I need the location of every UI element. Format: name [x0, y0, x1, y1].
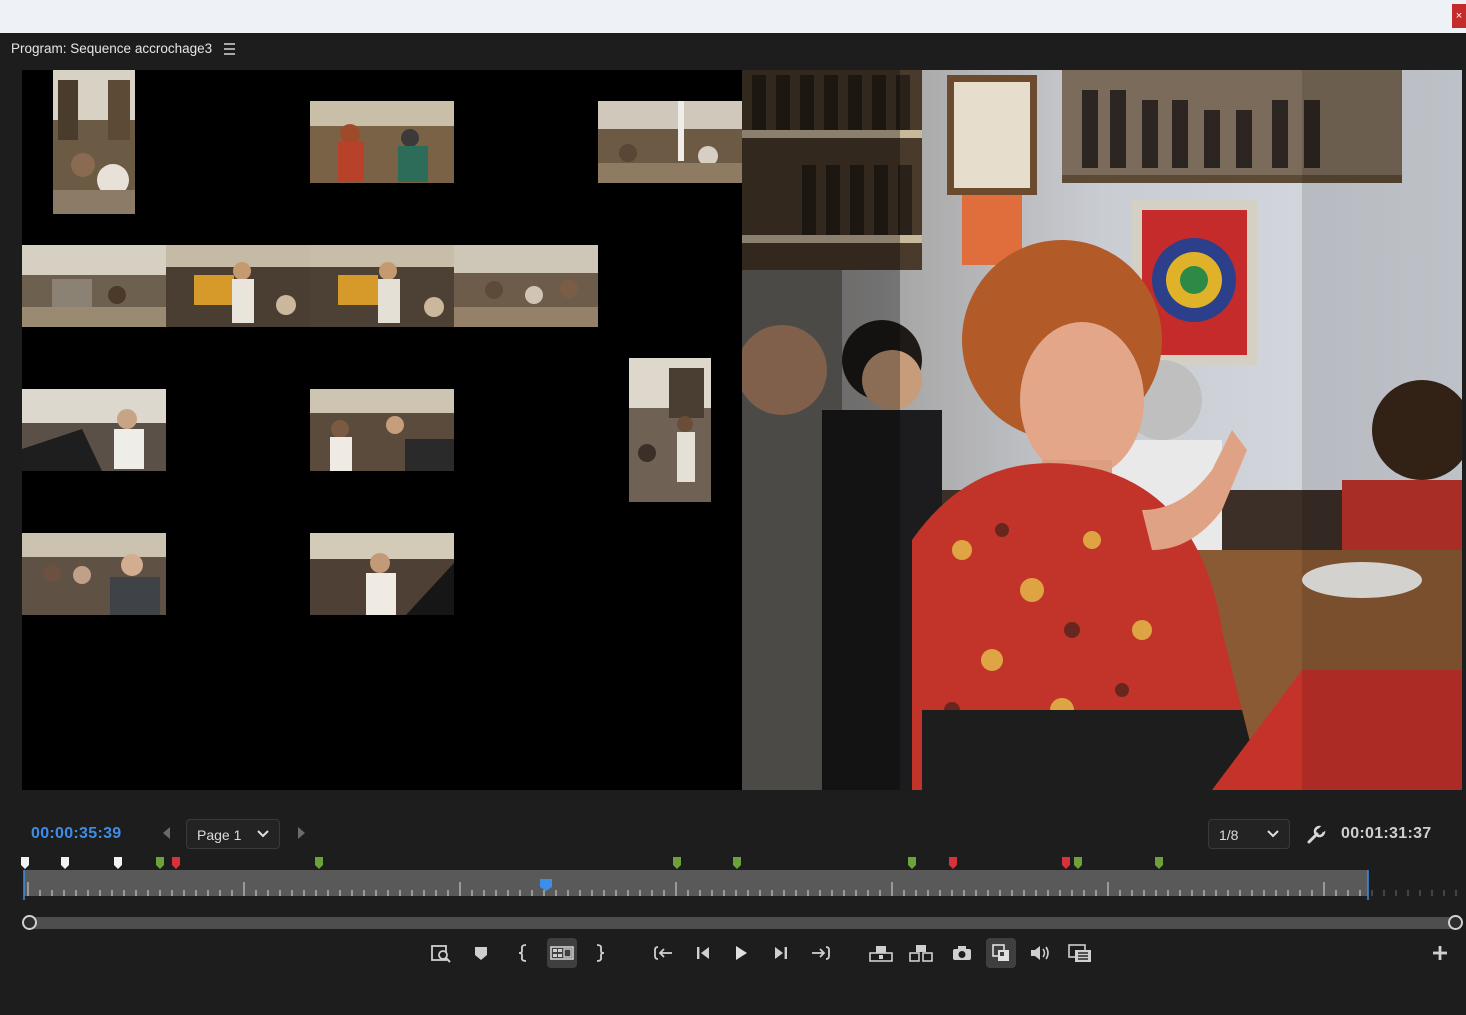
zoom-scrollbar-left-handle[interactable] — [22, 915, 37, 930]
current-timecode[interactable]: 00:00:35:39 — [31, 825, 121, 843]
mark-in-icon — [518, 944, 527, 962]
camera-icon — [953, 946, 971, 960]
lift-button[interactable] — [866, 938, 896, 968]
multicam-thumbnail[interactable] — [22, 245, 166, 327]
step-back-button[interactable] — [688, 938, 718, 968]
program-viewer[interactable] — [22, 70, 1462, 790]
thumbnail-photo — [310, 533, 454, 615]
marker-green[interactable] — [733, 857, 741, 869]
playhead-icon[interactable] — [539, 878, 553, 892]
marker-white[interactable] — [114, 857, 122, 869]
extract-button[interactable] — [906, 938, 936, 968]
marker-green[interactable] — [1074, 857, 1082, 869]
zoom-scrollbar-right-handle[interactable] — [1448, 915, 1463, 930]
play-icon — [736, 946, 747, 960]
zoom-resolution-select[interactable]: 1/8 — [1208, 819, 1290, 849]
go-to-in-button[interactable] — [648, 938, 678, 968]
multicam-thumbnail[interactable] — [310, 389, 454, 471]
marker-green[interactable] — [908, 857, 916, 869]
multicam-thumbnail-selected[interactable] — [310, 70, 454, 214]
thumbnail-photo — [629, 358, 711, 502]
thumbnail-photo — [598, 101, 742, 183]
mark-out-icon — [596, 944, 605, 962]
chevron-down-icon — [1267, 830, 1279, 838]
previous-page-icon[interactable] — [160, 825, 174, 841]
os-title-strip: × — [0, 0, 1466, 33]
marker-white[interactable] — [21, 857, 29, 869]
go-to-out-icon — [812, 946, 830, 960]
marker-green[interactable] — [156, 857, 164, 869]
zoom-frame-icon — [431, 945, 451, 963]
extract-icon — [909, 945, 933, 962]
comparison-view-button[interactable] — [986, 938, 1016, 968]
go-to-in-icon — [654, 946, 672, 960]
volume-button[interactable] — [1025, 938, 1055, 968]
duration-timecode: 00:01:31:37 — [1341, 825, 1432, 842]
multicam-thumbnail[interactable] — [454, 245, 598, 327]
marker-red[interactable] — [172, 857, 180, 869]
zoom-select-value: 1/8 — [1219, 827, 1239, 843]
button-editor-button[interactable] — [1425, 938, 1455, 968]
comparison-icon — [992, 944, 1009, 961]
mark-in-button[interactable] — [508, 938, 538, 968]
go-to-out-button[interactable] — [806, 938, 836, 968]
multicam-thumbnail[interactable] — [310, 533, 454, 615]
play-button[interactable] — [726, 938, 756, 968]
multicam-thumbnail[interactable] — [629, 358, 711, 502]
transport-controls — [0, 938, 1466, 968]
thumbnail-photo — [22, 533, 166, 615]
thumbnail-photo — [454, 245, 598, 327]
window-close-button[interactable]: × — [1452, 4, 1466, 28]
step-forward-icon — [775, 947, 787, 959]
plus-icon — [1433, 946, 1447, 960]
mark-out-button[interactable] — [585, 938, 615, 968]
thumbnail-photo — [22, 389, 166, 471]
multicam-thumbnail[interactable] — [598, 101, 742, 183]
page-select[interactable]: Page 1 — [186, 819, 280, 849]
export-frame-button[interactable] — [947, 938, 977, 968]
chevron-down-icon — [257, 830, 269, 838]
next-page-icon[interactable] — [294, 825, 308, 841]
zoom-scrollbar[interactable] — [24, 917, 1456, 929]
thumbnail-photo — [53, 70, 135, 214]
step-forward-button[interactable] — [766, 938, 796, 968]
panel-title[interactable]: Program: Sequence accrochage3 — [11, 41, 212, 56]
multicam-thumbnail[interactable] — [166, 245, 310, 327]
add-marker-button[interactable] — [466, 938, 496, 968]
marker-red[interactable] — [1062, 857, 1070, 869]
preview-photo — [742, 70, 1462, 790]
speaker-icon — [1031, 946, 1049, 960]
marker-green[interactable] — [673, 857, 681, 869]
thumbnail-photo — [310, 70, 454, 214]
thumbnail-photo — [166, 245, 310, 327]
multicam-thumbnail[interactable] — [22, 389, 166, 471]
lift-icon — [869, 946, 893, 962]
marker-red[interactable] — [949, 857, 957, 869]
panel-header: Program: Sequence accrochage3 — [0, 33, 1466, 65]
marker-green[interactable] — [1155, 857, 1163, 869]
step-back-icon — [697, 947, 709, 959]
multicam-thumbnail[interactable] — [53, 70, 135, 214]
multicam-thumbnail[interactable] — [310, 245, 454, 327]
multicam-thumbnail[interactable] — [22, 533, 166, 615]
thumbnail-photo — [310, 389, 454, 471]
thumbnail-photo — [310, 245, 454, 327]
thumbnail-photo — [22, 245, 166, 327]
marker-icon — [475, 947, 487, 960]
selected-camera-preview — [742, 70, 1462, 790]
safe-margins-icon — [1068, 944, 1091, 962]
multicam-icon — [550, 946, 574, 960]
page-select-value: Page 1 — [197, 827, 242, 843]
multicam-toggle-button[interactable] — [547, 938, 577, 968]
ruler-ticks — [23, 870, 1457, 900]
safe-margins-button[interactable] — [1065, 938, 1095, 968]
wrench-settings-icon[interactable] — [1305, 824, 1327, 846]
zoom-frame-button[interactable] — [426, 938, 456, 968]
marker-white[interactable] — [61, 857, 69, 869]
marker-green[interactable] — [315, 857, 323, 869]
hamburger-icon[interactable] — [224, 40, 238, 56]
